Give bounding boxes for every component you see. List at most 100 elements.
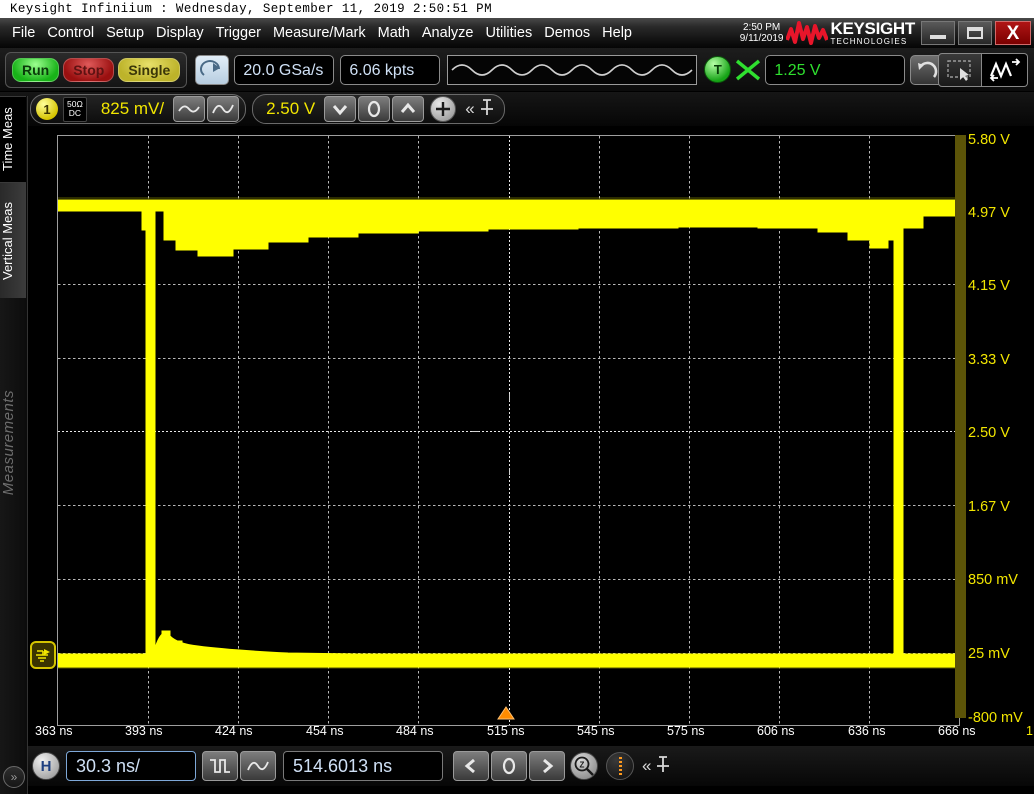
zoom-button[interactable]: Z <box>570 752 598 780</box>
add-channel-button[interactable] <box>430 96 457 122</box>
menu-control[interactable]: Control <box>41 22 100 44</box>
ground-reference-marker[interactable] <box>30 641 56 669</box>
keysight-logo: KEYSIGHT TECHNOLOGIES <box>786 20 921 46</box>
vertical-tick-label: 5.80 V <box>968 132 1010 148</box>
coupling-label: DC <box>68 108 82 118</box>
waveform-trace <box>58 197 959 669</box>
volts-per-div-readout[interactable]: 825 mV/ <box>93 99 172 119</box>
pin-icon <box>657 755 670 772</box>
time-tick-label: 545 ns <box>577 724 615 738</box>
menu-display[interactable]: Display <box>150 22 210 44</box>
time-tick-label: 424 ns <box>215 724 253 738</box>
waveform-preview[interactable] <box>447 54 698 85</box>
clear-display-button[interactable] <box>195 54 230 85</box>
ac-coupling-icon <box>178 105 200 113</box>
timebase-pin-button[interactable] <box>655 755 671 778</box>
vertical-tick-label: 25 mV <box>968 646 1010 662</box>
delay-readout[interactable]: 514.6013 ns <box>283 751 443 781</box>
marquee-select-icon <box>947 59 971 81</box>
time-tick-label: 393 ns <box>125 724 163 738</box>
dc-coupling-button[interactable] <box>207 96 240 122</box>
run-button[interactable]: Run <box>12 57 60 82</box>
trigger-crossing-icon <box>736 59 761 80</box>
select-region-button[interactable] <box>938 52 982 87</box>
delay-next-button[interactable] <box>529 751 565 781</box>
stop-button[interactable]: Stop <box>63 57 115 82</box>
channel-control-bar: 1 50Ω DC 825 mV/ 2.50 V « <box>0 92 1034 126</box>
channel-1-badge[interactable]: 1 <box>36 98 58 120</box>
ground-reference-icon <box>36 649 50 662</box>
sidebar-tab-vertical-meas[interactable]: Vertical Meas <box>0 182 26 298</box>
time-per-div-readout[interactable]: 30.3 ns/ <box>66 751 196 781</box>
time-axis-labels: 363 ns 393 ns 424 ns 454 ns 484 ns 515 n… <box>0 724 1034 744</box>
undo-arrow-icon <box>918 61 938 78</box>
menu-help[interactable]: Help <box>596 22 638 44</box>
toolbar-right-group <box>938 52 1028 87</box>
segmented-memory-icon <box>618 757 622 775</box>
window-title: Keysight Infiniium : Wednesday, Septembe… <box>10 2 492 16</box>
menu-setup[interactable]: Setup <box>100 22 150 44</box>
offset-up-button[interactable] <box>392 96 425 122</box>
sidebar-tab-time-meas[interactable]: Time Meas <box>0 96 26 182</box>
time-tick-label: 515 ns <box>487 724 525 738</box>
minimize-button[interactable] <box>921 21 955 45</box>
trigger-position-marker[interactable] <box>497 706 515 720</box>
menu-file[interactable]: File <box>6 22 41 44</box>
vertical-tick-label: 1.67 V <box>968 499 1010 515</box>
segmented-memory-button[interactable] <box>606 752 634 780</box>
menu-bar: File Control Setup Display Trigger Measu… <box>0 18 1034 48</box>
channel-scale-bar[interactable] <box>955 135 966 718</box>
vertical-tick-label: 4.97 V <box>968 205 1010 221</box>
autoscale-button[interactable] <box>982 52 1028 87</box>
trigger-level-readout[interactable]: 1.25 V <box>765 54 906 85</box>
time-tick-label: 363 ns <box>35 724 73 738</box>
edge-mode-button[interactable] <box>202 751 238 781</box>
sidebar-expand-button[interactable]: » <box>3 766 25 788</box>
single-button[interactable]: Single <box>118 57 181 82</box>
close-button[interactable]: X <box>995 21 1031 45</box>
menu-analyze[interactable]: Analyze <box>416 22 480 44</box>
channel-collapse-button[interactable]: « <box>465 99 474 119</box>
memory-depth-readout[interactable]: 6.06 kpts <box>340 54 441 85</box>
channel-pin-button[interactable] <box>479 98 495 121</box>
timebase-collapse-button[interactable]: « <box>642 756 651 776</box>
channel-impedance-coupling[interactable]: 50Ω DC <box>63 96 87 122</box>
time-tick-label: 606 ns <box>757 724 795 738</box>
horizontal-badge[interactable]: H <box>32 752 60 780</box>
clear-display-icon <box>200 59 221 76</box>
sine-mode-button[interactable] <box>240 751 276 781</box>
channel-1-group: 1 50Ω DC 825 mV/ <box>30 94 247 124</box>
time-tick-label: 575 ns <box>667 724 705 738</box>
clock-time: 2:50 PM <box>742 22 781 33</box>
sidebar-section-measurements: Measurements <box>0 390 17 496</box>
zero-delay-icon <box>502 757 516 775</box>
keysight-wave-icon <box>786 21 829 45</box>
maximize-icon <box>967 27 983 39</box>
left-sidebar: Time Meas Vertical Meas Measurements » <box>0 96 28 794</box>
time-tick-label: 666 ns <box>938 724 976 738</box>
chevron-up-icon <box>401 102 416 113</box>
offset-down-button[interactable] <box>324 96 357 122</box>
offset-zero-button[interactable] <box>358 96 391 122</box>
delay-prev-button[interactable] <box>453 751 489 781</box>
offset-readout[interactable]: 2.50 V <box>258 99 323 119</box>
menu-demos[interactable]: Demos <box>538 22 596 44</box>
maximize-button[interactable] <box>958 21 992 45</box>
sine-mode-icon <box>247 761 269 771</box>
menu-utilities[interactable]: Utilities <box>479 22 538 44</box>
minimize-icon <box>930 35 946 39</box>
menu-trigger[interactable]: Trigger <box>210 22 267 44</box>
vertical-tick-label: 4.15 V <box>968 278 1010 294</box>
zero-offset-icon <box>368 100 381 118</box>
delay-zero-button[interactable] <box>491 751 527 781</box>
menu-items: File Control Setup Display Trigger Measu… <box>0 22 638 44</box>
menu-measure-mark[interactable]: Measure/Mark <box>267 22 372 44</box>
waveform-display-area[interactable] <box>28 130 1034 744</box>
chevron-right-icon <box>543 758 554 774</box>
waveform-grid[interactable] <box>57 135 960 726</box>
vertical-tick-label: 3.33 V <box>968 352 1010 368</box>
menu-math[interactable]: Math <box>372 22 416 44</box>
ac-coupling-button[interactable] <box>173 96 206 122</box>
sample-rate-readout[interactable]: 20.0 GSa/s <box>234 54 335 85</box>
keysight-wordmark: KEYSIGHT TECHNOLOGIES <box>828 20 915 46</box>
